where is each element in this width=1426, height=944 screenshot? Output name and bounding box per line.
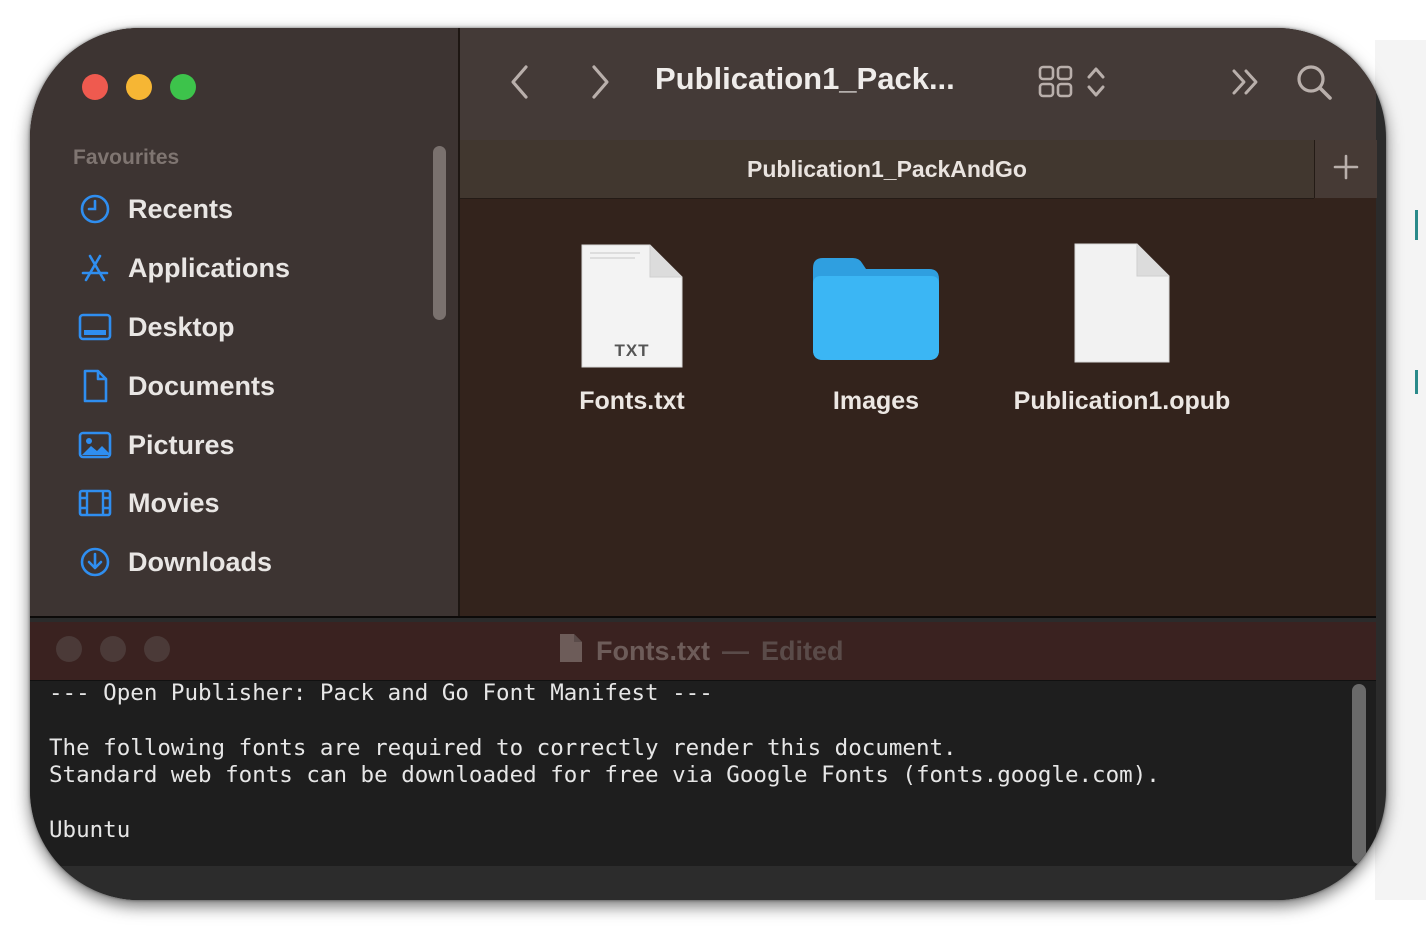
minimize-window-button[interactable] (100, 636, 126, 662)
film-icon (78, 486, 112, 520)
editor-bottom-bar (30, 866, 1376, 900)
tab-label: Publication1_PackAndGo (747, 156, 1027, 182)
document-name: Fonts.txt (596, 636, 710, 666)
file-item-fonts-txt[interactable]: TXT Fonts.txt (502, 229, 762, 416)
textedit-title: Fonts.txt — Edited (558, 632, 844, 671)
window-controls (82, 74, 196, 100)
applications-icon (78, 251, 112, 285)
pictures-icon (78, 428, 112, 462)
sidebar-item-label: Applications (128, 252, 291, 283)
document-status: Edited (761, 636, 844, 666)
finder-window: Favourites Recents Applications Desktop (30, 28, 1377, 618)
zoom-window-button[interactable] (170, 74, 196, 100)
file-name: Images (832, 387, 920, 415)
back-button[interactable] (500, 64, 540, 104)
title-separator: — (722, 636, 749, 666)
text-editor-area[interactable]: --- Open Publisher: Pack and Go Font Man… (30, 680, 1340, 866)
finder-toolbar: Publication1_Pack... (460, 28, 1376, 140)
finder-sidebar: Favourites Recents Applications Desktop (30, 28, 460, 616)
new-tab-button[interactable] (1314, 140, 1377, 198)
download-icon (78, 545, 112, 579)
editor-scrollbar[interactable] (1352, 684, 1366, 864)
text-line: Standard web fonts can be downloaded for… (49, 762, 1160, 788)
textedit-window: Fonts.txt — Edited --- Open Publisher: P… (30, 622, 1376, 900)
chevron-right-icon (588, 64, 612, 105)
screenshot-frame: Favourites Recents Applications Desktop (30, 28, 1386, 900)
favourites-heading: Favourites (73, 146, 180, 169)
close-window-button[interactable] (82, 74, 108, 100)
desktop-icon (78, 310, 112, 344)
search-icon (1295, 63, 1333, 106)
chevron-updown-icon (1086, 64, 1106, 105)
sidebar-item-documents[interactable]: Documents (78, 364, 275, 408)
window-controls (56, 636, 170, 662)
sidebar-item-applications[interactable]: Applications (78, 246, 290, 290)
sidebar-item-label: Downloads (128, 546, 273, 577)
document-icon (78, 369, 112, 403)
sidebar-item-label: Recents (128, 193, 234, 224)
grid-view-icon (1038, 65, 1074, 104)
window-title: Publication1_Pack... (655, 61, 955, 96)
sidebar-item-desktop[interactable]: Desktop (78, 305, 235, 349)
tab-publication1-packandgo[interactable]: Publication1_PackAndGo (460, 140, 1314, 199)
txt-badge: TXT (614, 341, 650, 360)
chevron-left-icon (508, 64, 532, 105)
sidebar-item-label: Desktop (128, 311, 235, 342)
double-chevron-right-icon (1230, 67, 1262, 102)
background-line (1415, 370, 1418, 394)
folder-icon (809, 254, 943, 369)
zoom-window-button[interactable] (144, 636, 170, 662)
more-toolbar-items-button[interactable] (1226, 64, 1266, 104)
file-browser-content: TXT Fonts.txt Images Publication1.opub (460, 199, 1376, 616)
generic-file-icon (1073, 242, 1171, 369)
document-icon (558, 632, 584, 671)
file-item-publication1-opub[interactable]: Publication1.opub (992, 229, 1252, 416)
text-line: The following fonts are required to corr… (49, 735, 957, 761)
close-window-button[interactable] (56, 636, 82, 662)
forward-button[interactable] (580, 64, 620, 104)
textedit-titlebar: Fonts.txt — Edited (30, 622, 1376, 681)
background-line (1415, 210, 1418, 240)
text-line: Ubuntu (49, 817, 131, 843)
minimize-window-button[interactable] (126, 74, 152, 100)
text-file-icon: TXT (580, 243, 684, 369)
sidebar-item-pictures[interactable]: Pictures (78, 423, 235, 467)
sidebar-item-label: Movies (128, 487, 220, 518)
sidebar-scrollbar[interactable] (433, 146, 446, 320)
sidebar-item-label: Pictures (128, 429, 235, 460)
sidebar-item-downloads[interactable]: Downloads (78, 540, 272, 584)
file-item-images-folder[interactable]: Images (746, 229, 1006, 416)
file-name: Publication1.opub (1013, 387, 1231, 415)
plus-icon (1333, 154, 1359, 185)
search-button[interactable] (1292, 62, 1336, 106)
view-options-button[interactable] (1030, 64, 1114, 104)
file-name: Fonts.txt (579, 387, 685, 415)
sidebar-item-recents[interactable]: Recents (78, 187, 233, 231)
text-line: --- Open Publisher: Pack and Go Font Man… (49, 680, 713, 706)
clock-icon (78, 192, 112, 226)
sidebar-item-label: Documents (128, 370, 276, 401)
sidebar-item-movies[interactable]: Movies (78, 481, 220, 525)
